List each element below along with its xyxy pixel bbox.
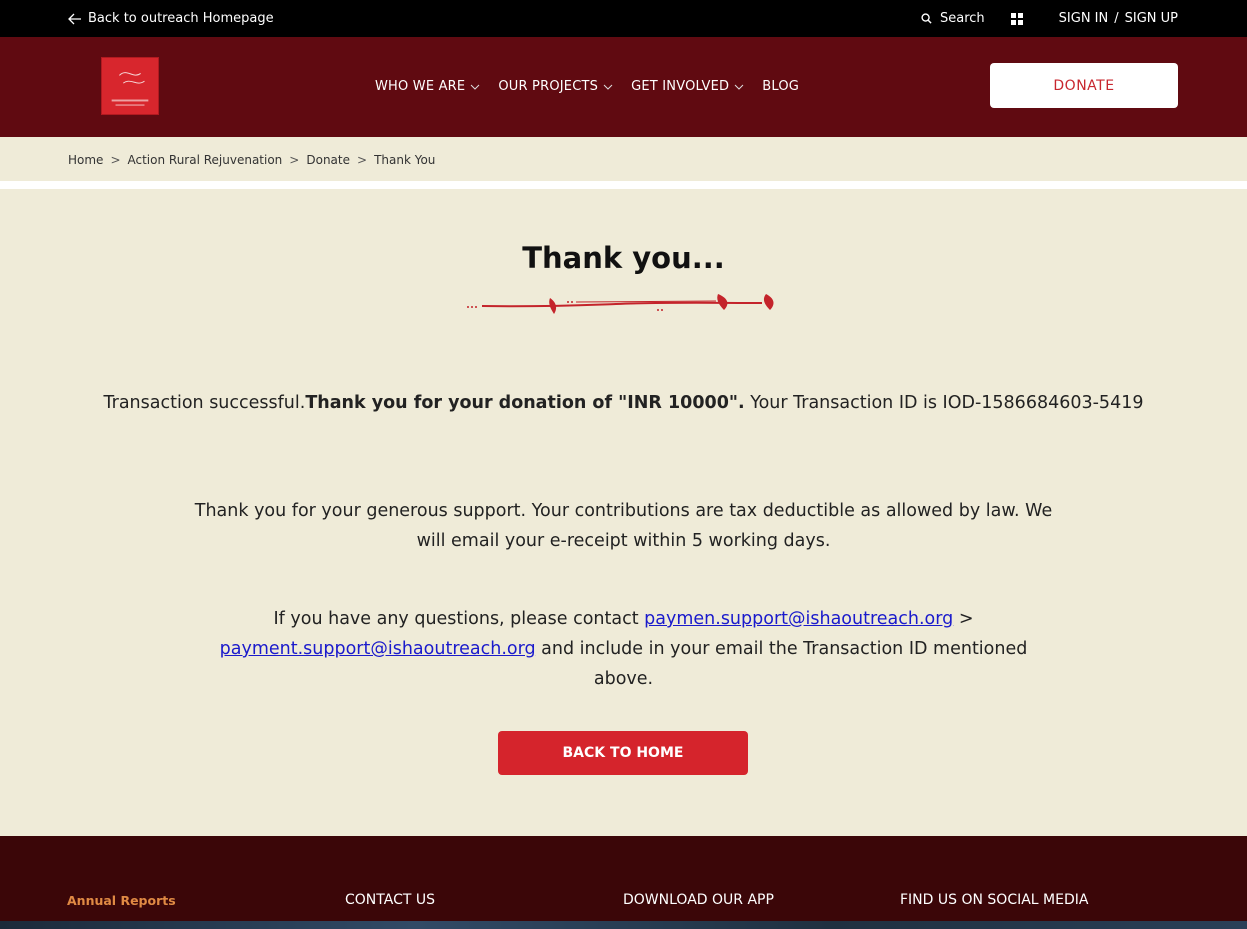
main-nav: WHO WE ARE OUR PROJECTS GET INVOLVED BLO… bbox=[0, 37, 1247, 137]
breadcrumb-action-rural[interactable]: Action Rural Rejuvenation bbox=[128, 153, 283, 167]
back-to-home-button[interactable]: BACK TO HOME bbox=[498, 731, 748, 775]
search-label: Search bbox=[939, 11, 985, 26]
footer-background-image bbox=[0, 921, 1247, 929]
sign-up-link[interactable]: SIGN UP bbox=[1125, 11, 1178, 26]
donate-button[interactable]: DONATE bbox=[990, 63, 1178, 108]
top-bar: Back to outreach Homepage Search SIGN IN… bbox=[0, 0, 1247, 37]
divider-strip bbox=[0, 181, 1247, 189]
breadcrumb-separator: > bbox=[357, 153, 368, 167]
contact-separator: > bbox=[953, 609, 974, 629]
site-logo[interactable] bbox=[101, 57, 159, 115]
support-email-link-2[interactable]: payment.support@ishaoutreach.org bbox=[220, 639, 536, 659]
donation-amount-text: Thank you for your donation of "INR 1000… bbox=[305, 393, 745, 413]
nav-item-label: OUR PROJECTS bbox=[498, 79, 599, 94]
chevron-down-icon bbox=[603, 84, 613, 90]
footer: Annual Reports CONTACT US DOWNLOAD OUR A… bbox=[0, 836, 1247, 929]
auth-separator: / bbox=[1114, 11, 1119, 26]
chevron-down-icon bbox=[470, 84, 480, 90]
search-icon bbox=[921, 13, 932, 24]
nav-item-label: WHO WE ARE bbox=[375, 79, 466, 94]
search-button[interactable]: Search bbox=[921, 11, 985, 26]
nav-item-who-we-are[interactable]: WHO WE ARE bbox=[375, 79, 480, 94]
nav-item-blog[interactable]: BLOG bbox=[762, 79, 799, 94]
breadcrumb-donate[interactable]: Donate bbox=[306, 153, 350, 167]
breadcrumb-separator: > bbox=[289, 153, 300, 167]
decorative-vine-divider bbox=[467, 294, 774, 314]
contact-tail: and include in your email the Transactio… bbox=[535, 639, 1028, 689]
footer-contact-heading: CONTACT US bbox=[345, 892, 435, 908]
transaction-status: Transaction successful. bbox=[103, 393, 306, 413]
transaction-id-text: Your Transaction ID is IOD-1586684603-54… bbox=[744, 393, 1144, 413]
nav-item-label: GET INVOLVED bbox=[631, 79, 730, 94]
breadcrumb: Home > Action Rural Rejuvenation > Donat… bbox=[0, 137, 1247, 181]
page-title: Thank you... bbox=[522, 241, 725, 275]
nav-item-our-projects[interactable]: OUR PROJECTS bbox=[498, 79, 613, 94]
chevron-down-icon bbox=[734, 84, 744, 90]
annual-reports-link[interactable]: Annual Reports bbox=[67, 893, 176, 908]
thank-you-section: Thank you... Transaction successful.Than… bbox=[0, 189, 1247, 836]
nav-item-get-involved[interactable]: GET INVOLVED bbox=[631, 79, 744, 94]
breadcrumb-home[interactable]: Home bbox=[68, 153, 103, 167]
support-message: Thank you for your generous support. You… bbox=[194, 501, 1053, 551]
sign-in-link[interactable]: SIGN IN bbox=[1059, 11, 1109, 26]
contact-message: If you have any questions, please contac… bbox=[0, 604, 1247, 694]
back-to-homepage-link[interactable]: Back to outreach Homepage bbox=[68, 11, 274, 26]
nav-item-label: BLOG bbox=[762, 79, 800, 94]
back-link-label: Back to outreach Homepage bbox=[88, 11, 274, 26]
contact-lead: If you have any questions, please contac… bbox=[273, 609, 645, 629]
support-email-link-1[interactable]: paymen.support@ishaoutreach.org bbox=[644, 609, 953, 629]
breadcrumb-current: Thank You bbox=[374, 153, 436, 167]
breadcrumb-separator: > bbox=[110, 153, 121, 167]
footer-app-heading: DOWNLOAD OUR APP bbox=[623, 892, 774, 908]
footer-social-heading: FIND US ON SOCIAL MEDIA bbox=[900, 892, 1089, 908]
arrow-left-icon bbox=[68, 13, 81, 24]
apps-grid-icon[interactable] bbox=[1010, 12, 1023, 25]
transaction-message: Transaction successful.Thank you for you… bbox=[0, 388, 1247, 418]
